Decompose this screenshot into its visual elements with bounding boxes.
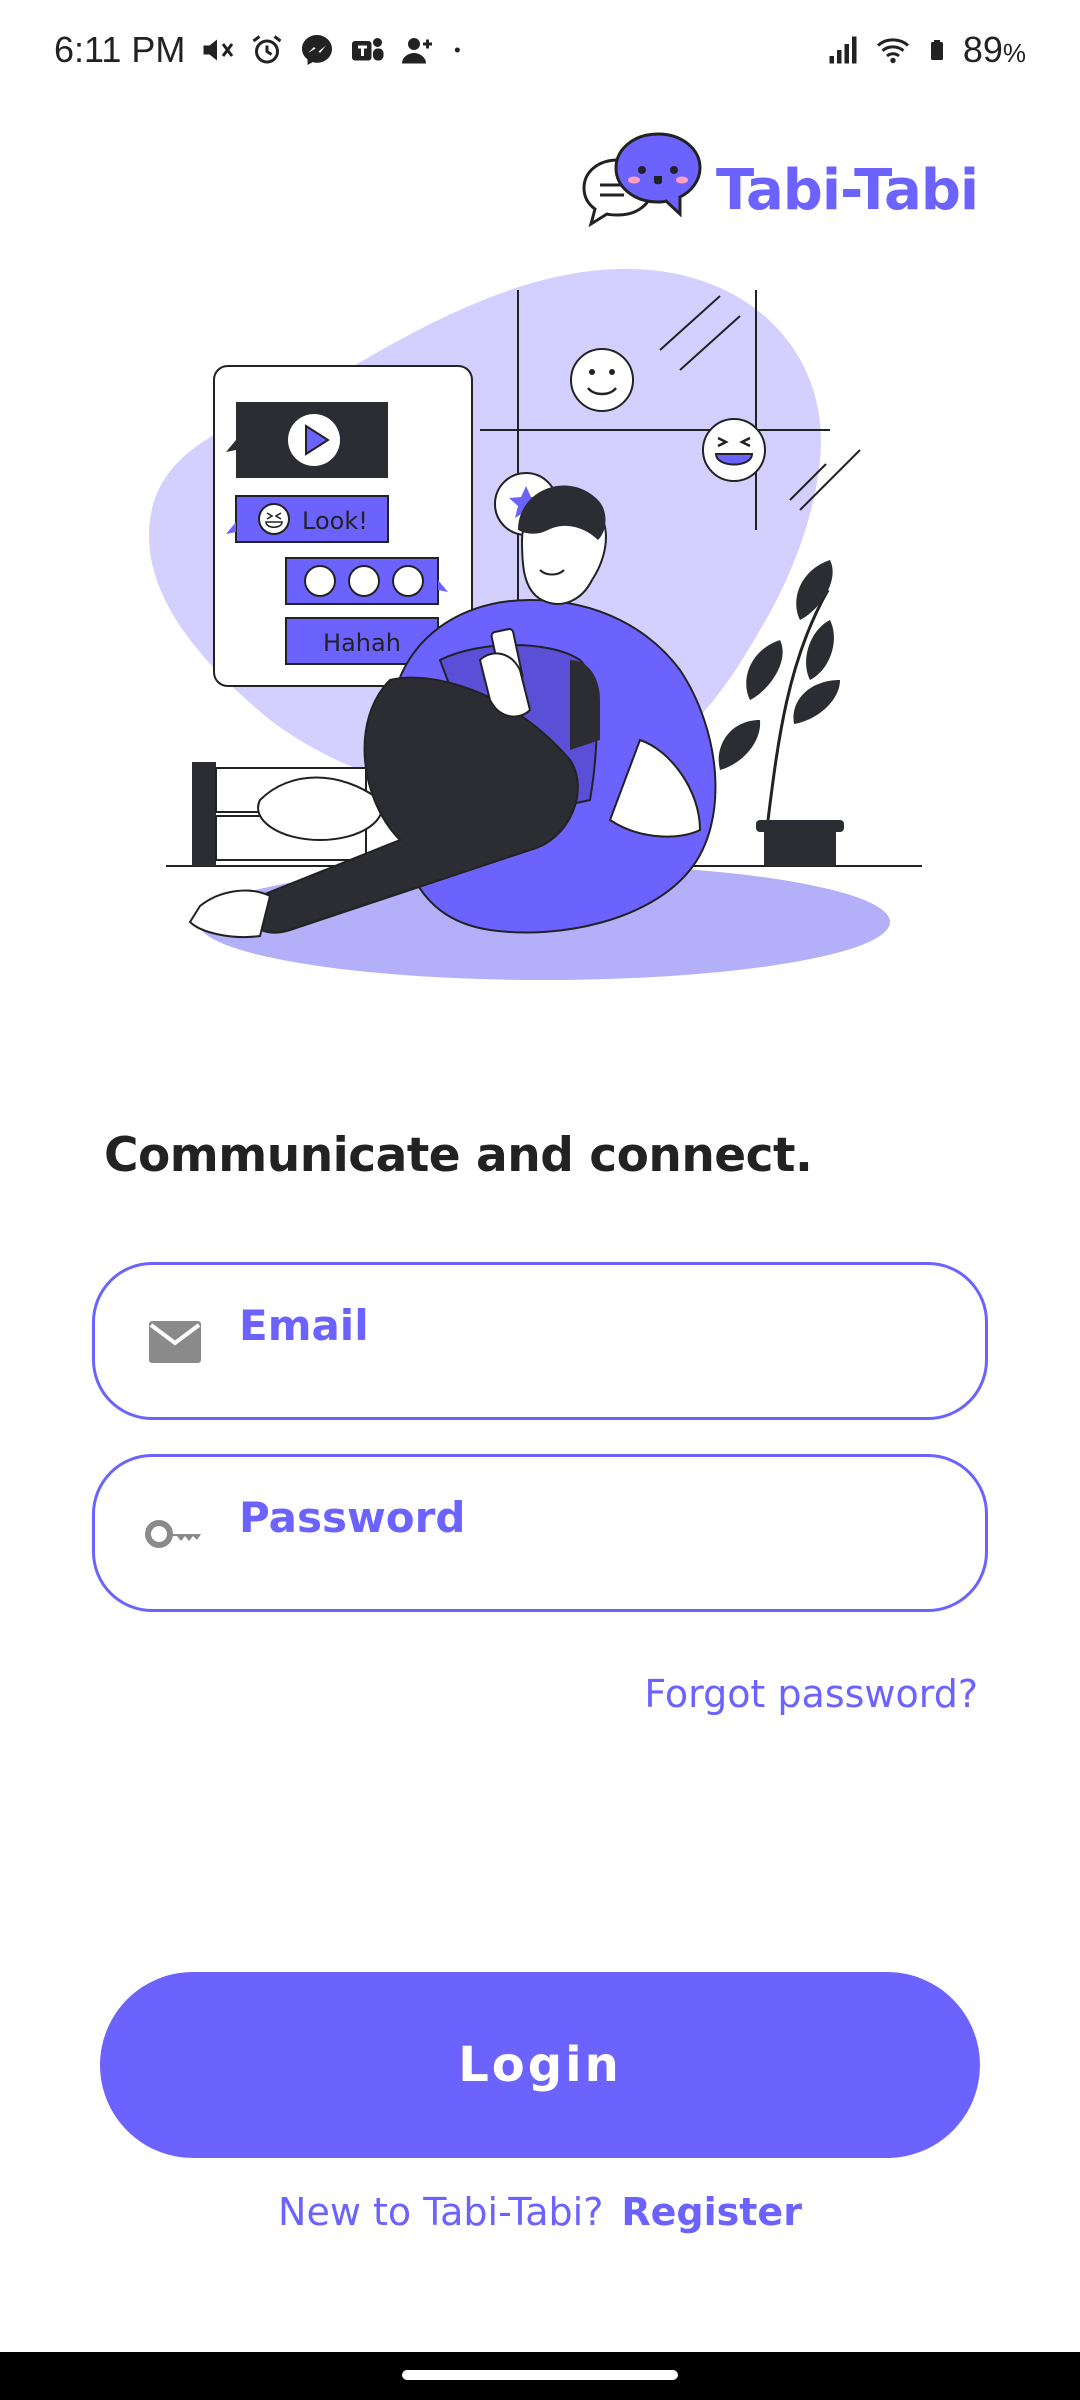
logo-chat-bubbles-icon xyxy=(582,132,702,228)
app-name: Tabi-Tabi xyxy=(716,157,979,223)
messenger-icon xyxy=(302,35,333,65)
forgot-password-link[interactable]: Forgot password? xyxy=(644,1672,978,1716)
status-time: 6:11 PM xyxy=(54,29,186,70)
status-right: 89% xyxy=(825,29,1026,71)
wifi-icon xyxy=(876,38,909,64)
tagline: Communicate and connect. xyxy=(104,1128,813,1183)
bubble-hahah-text: Hahah xyxy=(323,629,401,657)
register-link[interactable]: Register xyxy=(621,2190,802,2234)
laughing-face-icon xyxy=(702,418,766,482)
navigation-bar xyxy=(0,2352,1080,2400)
email-field[interactable] xyxy=(92,1262,988,1420)
login-button[interactable]: Login xyxy=(100,1972,980,2158)
password-field[interactable] xyxy=(92,1454,988,1612)
person-add-icon xyxy=(402,38,433,64)
mute-vibrate-icon xyxy=(203,39,234,61)
teams-icon xyxy=(352,38,384,61)
hero-illustration: Look! Hahah xyxy=(149,268,922,980)
password-input[interactable] xyxy=(239,1487,939,1547)
email-input[interactable] xyxy=(239,1295,939,1355)
key-icon xyxy=(145,1520,201,1548)
home-gesture-handle[interactable] xyxy=(402,2370,678,2380)
status-left: 6:11 PM xyxy=(54,29,469,71)
new-user-prompt: New to Tabi-Tabi? xyxy=(278,2190,604,2234)
bubble-look-text: Look! xyxy=(302,507,368,535)
dot-icon xyxy=(455,47,461,53)
battery-level: 89% xyxy=(962,29,1026,70)
status-bar: 6:11 PM 89% xyxy=(0,0,1080,100)
alarm-icon xyxy=(253,35,282,64)
app-logo: Tabi-Tabi xyxy=(570,130,979,250)
signal-icon xyxy=(829,36,857,64)
smiley-icon xyxy=(570,348,634,412)
register-row: New to Tabi-Tabi? Register xyxy=(0,2190,1080,2234)
mail-icon xyxy=(149,1321,201,1363)
battery-icon xyxy=(930,40,943,60)
